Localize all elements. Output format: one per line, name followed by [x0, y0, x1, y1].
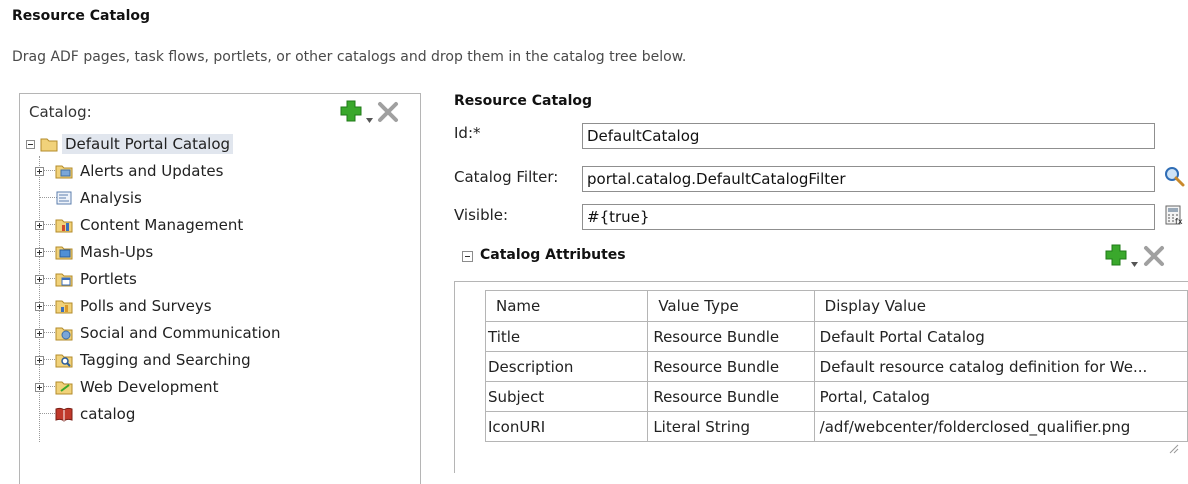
tree-item-portlets[interactable]: Portlets: [35, 267, 140, 291]
cell-name: Title: [484, 321, 649, 352]
expand-toggle[interactable]: [35, 220, 44, 230]
column-header-display-value[interactable]: Display Value: [813, 290, 1188, 322]
visible-label: Visible:: [454, 206, 509, 224]
catalog-label: Catalog:: [29, 103, 92, 121]
table-resize-handle[interactable]: [1167, 440, 1179, 458]
page-title: Resource Catalog: [12, 8, 151, 24]
expand-toggle[interactable]: [35, 355, 44, 365]
cell-value-type: Resource Bundle: [647, 351, 815, 382]
table-row[interactable]: Title Resource Bundle Default Portal Cat…: [484, 321, 1188, 352]
green-plus-icon: [1105, 244, 1127, 266]
tree-item-polls-and-surveys[interactable]: Polls and Surveys: [35, 294, 215, 318]
folder-icon: [40, 138, 58, 152]
dropdown-arrow-icon: [366, 118, 373, 123]
delete-attribute-button[interactable]: [1143, 245, 1165, 271]
resource-catalog-title: Resource Catalog: [454, 93, 593, 109]
portlets-folder-icon: [55, 273, 73, 287]
attributes-collapse-toggle[interactable]: [462, 251, 473, 262]
cell-display-value: Portal, Catalog: [813, 381, 1188, 412]
expression-builder-icon: fx: [1165, 205, 1183, 226]
tree-item-web-development[interactable]: Web Development: [35, 375, 221, 399]
visible-field[interactable]: [582, 204, 1155, 230]
tree-item-label: Mash-Ups: [80, 243, 154, 261]
tree-item-social-and-communication[interactable]: Social and Communication: [35, 321, 283, 345]
attributes-table: Name Value Type Display Value Title Reso…: [484, 290, 1188, 442]
dropdown-arrow-icon: [1131, 262, 1138, 267]
catalog-tree-panel: Catalog: Default Portal Catalog Alerts a…: [19, 93, 421, 484]
expand-toggle[interactable]: [35, 274, 44, 284]
mashup-folder-icon: [55, 246, 73, 260]
cell-display-value: Default resource catalog definition for …: [813, 351, 1188, 382]
cell-value-type: Resource Bundle: [647, 321, 815, 352]
tree-item-label: Tagging and Searching: [80, 351, 251, 369]
delete-catalog-item-button[interactable]: [377, 101, 399, 127]
social-folder-icon: [55, 327, 73, 341]
id-label: Id:*: [454, 124, 481, 142]
cell-name: Subject: [484, 381, 649, 412]
expand-toggle[interactable]: [35, 301, 44, 311]
content-folder-icon: [55, 219, 73, 233]
expand-toggle[interactable]: [35, 166, 44, 176]
search-icon: [1165, 167, 1185, 187]
green-plus-icon: [340, 100, 362, 122]
tree-item-label: Social and Communication: [80, 324, 281, 342]
cell-name: Description: [484, 351, 649, 382]
tree-item-label: Content Management: [80, 216, 244, 234]
add-attribute-menu-dropdown[interactable]: [1131, 253, 1138, 271]
tree-item-label: Web Development: [80, 378, 219, 396]
analysis-icon: [56, 191, 72, 205]
tree-item-label: Analysis: [80, 189, 142, 207]
column-header-name[interactable]: Name: [484, 290, 649, 322]
add-catalog-item-button[interactable]: [339, 99, 363, 127]
add-attribute-button[interactable]: [1104, 243, 1128, 271]
tree-item-label: Polls and Surveys: [80, 297, 212, 315]
catalog-attributes-title: Catalog Attributes: [480, 247, 626, 263]
tree-item-default-portal-catalog[interactable]: Default Portal Catalog: [26, 132, 234, 156]
tree-item-analysis[interactable]: Analysis: [35, 186, 145, 210]
add-menu-dropdown[interactable]: [366, 109, 373, 127]
expand-toggle[interactable]: [35, 328, 44, 338]
expand-toggle[interactable]: [35, 382, 44, 392]
cell-value-type: Resource Bundle: [647, 381, 815, 412]
tree-item-catalog[interactable]: catalog: [35, 402, 138, 426]
gray-x-icon: [1144, 246, 1164, 266]
tree-item-mash-ups[interactable]: Mash-Ups: [35, 240, 156, 264]
tree-item-label: catalog: [80, 405, 136, 423]
book-icon: [55, 407, 73, 422]
tree-item-alerts-and-updates[interactable]: Alerts and Updates: [35, 159, 226, 183]
id-field[interactable]: [582, 123, 1155, 149]
tree-item-content-management[interactable]: Content Management: [35, 213, 246, 237]
catalog-filter-field[interactable]: [582, 166, 1155, 192]
expression-builder-button[interactable]: fx: [1164, 205, 1184, 231]
search-folder-icon: [55, 354, 73, 368]
polls-folder-icon: [55, 300, 73, 314]
alerts-folder-icon: [55, 165, 73, 179]
webdev-folder-icon: [55, 381, 73, 395]
resize-grip-icon: [1169, 444, 1179, 454]
gray-x-icon: [378, 102, 398, 122]
svg-text:fx: fx: [1175, 217, 1183, 226]
cell-display-value: Default Portal Catalog: [813, 321, 1188, 352]
tree-item-label: Alerts and Updates: [80, 162, 224, 180]
tree-item-label: Default Portal Catalog: [62, 134, 234, 154]
expand-toggle[interactable]: [35, 247, 44, 257]
column-header-value-type[interactable]: Value Type: [647, 290, 815, 322]
collapse-toggle[interactable]: [26, 139, 35, 149]
table-row[interactable]: Subject Resource Bundle Portal, Catalog: [484, 381, 1188, 412]
tree-item-label: Portlets: [80, 270, 137, 288]
cell-name: IconURI: [484, 411, 649, 442]
cell-display-value: /adf/webcenter/folderclosed_qualifier.pn…: [813, 411, 1188, 442]
cell-value-type: Literal String: [647, 411, 815, 442]
table-row[interactable]: Description Resource Bundle Default reso…: [484, 351, 1188, 382]
page-description: Drag ADF pages, task flows, portlets, or…: [12, 49, 687, 65]
table-header-row: Name Value Type Display Value: [484, 290, 1188, 322]
search-filter-button[interactable]: [1163, 166, 1185, 192]
tree-item-tagging-and-searching[interactable]: Tagging and Searching: [35, 348, 254, 372]
catalog-filter-label: Catalog Filter:: [454, 168, 559, 186]
table-row[interactable]: IconURI Literal String /adf/webcenter/fo…: [484, 411, 1188, 442]
